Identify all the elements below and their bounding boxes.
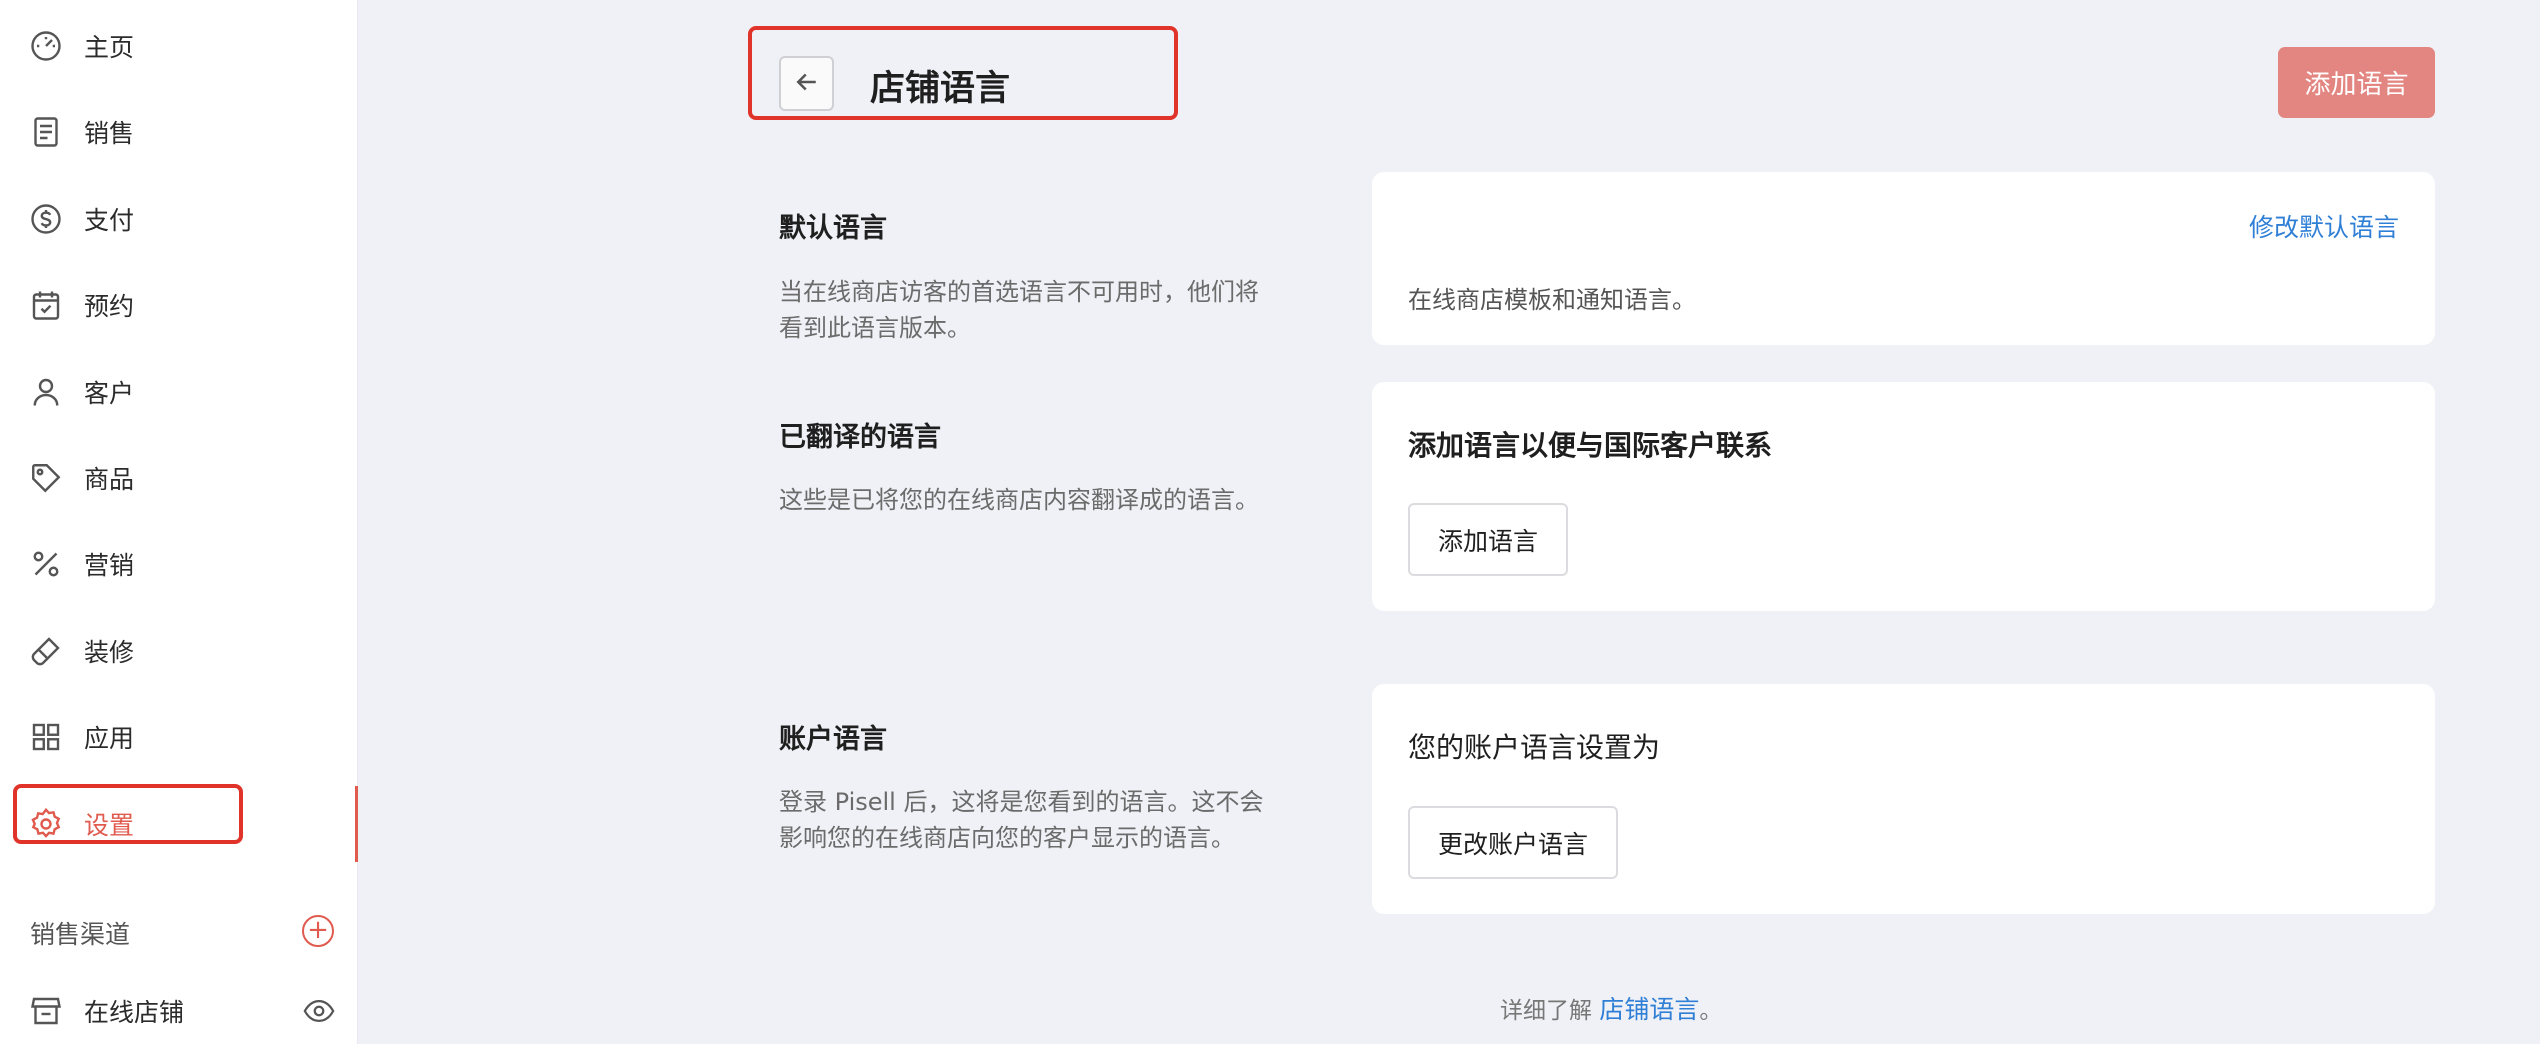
add-language-button[interactable]: 添加语言	[2278, 47, 2435, 118]
sidebar-item-label: 应用	[84, 724, 135, 753]
sidebar-item-label: 营销	[84, 551, 135, 580]
arrow-left-icon	[792, 67, 822, 101]
store-icon	[28, 993, 64, 1029]
user-icon	[28, 374, 64, 410]
add-channel-button[interactable]: +	[302, 915, 334, 947]
footer-help: 详细了解 店铺语言。	[1500, 990, 1722, 1026]
sidebar-item-payments[interactable]: 支付	[0, 189, 358, 249]
page-title: 店铺语言	[870, 69, 1011, 109]
account-language-card-text: 您的账户语言设置为	[1408, 731, 1661, 764]
translated-language-card: 添加语言以便与国际客户联系 添加语言	[1372, 382, 2435, 611]
change-default-language-link[interactable]: 修改默认语言	[2249, 208, 2399, 244]
sidebar-item-label: 预约	[84, 292, 135, 321]
sidebar-item-label: 在线店铺	[84, 998, 185, 1027]
tag-icon	[28, 460, 64, 496]
footer-suffix: 。	[1699, 998, 1723, 1024]
sidebar-item-label: 商品	[84, 465, 135, 494]
dollar-icon	[28, 201, 64, 237]
translated-language-heading: 已翻译的语言	[779, 422, 941, 453]
percent-icon	[28, 546, 64, 582]
sales-channels-title: 销售渠道	[30, 920, 131, 949]
calendar-check-icon	[28, 287, 64, 323]
sidebar-item-label: 支付	[84, 206, 135, 235]
default-language-desc: 当在线商店访客的首选语言不可用时，他们将 看到此语言版本。	[779, 278, 1259, 342]
back-button[interactable]	[779, 56, 834, 111]
dashboard-icon	[28, 28, 64, 64]
sidebar-item-decoration[interactable]: 装修	[0, 621, 358, 681]
sidebar-item-appointments[interactable]: 预约	[0, 275, 358, 335]
change-account-language-button[interactable]: 更改账户语言	[1408, 806, 1619, 879]
grid-icon	[28, 719, 64, 755]
store-language-help-link[interactable]: 店铺语言	[1599, 995, 1699, 1024]
sidebar-item-label: 装修	[84, 638, 135, 667]
default-language-card-text: 在线商店模板和通知语言。	[1408, 286, 1696, 314]
sidebar-item-label: 客户	[84, 379, 135, 408]
app-root: 主页 销售 支付 预约 客户 商品 营销 装修 应用 设置 销售渠道 + 在线店…	[0, 0, 2540, 1044]
sidebar-item-sales[interactable]: 销售	[0, 102, 358, 162]
default-language-heading: 默认语言	[779, 213, 887, 244]
footer-prefix: 详细了解	[1500, 998, 1592, 1024]
sidebar-item-label: 销售	[84, 119, 135, 148]
eye-icon[interactable]	[300, 994, 338, 1028]
sidebar-item-home[interactable]: 主页	[0, 16, 358, 76]
sidebar-item-customers[interactable]: 客户	[0, 362, 358, 422]
brush-icon	[28, 633, 64, 669]
sidebar-item-apps[interactable]: 应用	[0, 707, 358, 767]
sidebar-item-products[interactable]: 商品	[0, 448, 358, 508]
active-indicator	[355, 786, 358, 862]
receipt-icon	[28, 114, 64, 150]
account-language-desc: 登录 Pisell 后，这将是您看到的语言。这不会影响您的在线商店向您的客户显示…	[779, 788, 1264, 852]
translated-card-heading: 添加语言以便与国际客户联系	[1408, 429, 1773, 462]
account-language-card: 您的账户语言设置为 更改账户语言	[1372, 684, 2435, 914]
default-language-card: 修改默认语言 在线商店模板和通知语言。	[1372, 172, 2435, 345]
account-language-heading: 账户语言	[779, 724, 887, 755]
add-translated-language-button[interactable]: 添加语言	[1408, 503, 1569, 576]
translated-language-desc: 这些是已将您的在线商店内容翻译成的语言。	[779, 486, 1259, 514]
sidebar-item-label: 主页	[84, 33, 135, 62]
settings-highlight-box	[13, 784, 243, 844]
sidebar-item-marketing[interactable]: 营销	[0, 534, 358, 594]
sidebar: 主页 销售 支付 预约 客户 商品 营销 装修 应用 设置 销售渠道 + 在线店…	[0, 0, 358, 1044]
